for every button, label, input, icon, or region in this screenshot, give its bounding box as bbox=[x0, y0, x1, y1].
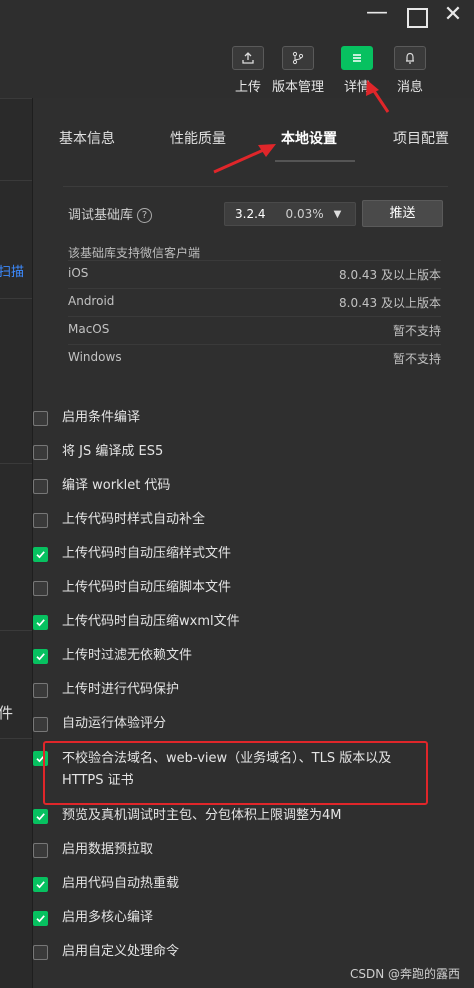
upload-icon bbox=[232, 46, 264, 70]
option-label: 启用自定义处理命令 bbox=[62, 944, 180, 959]
option-label: 编译 worklet 代码 bbox=[62, 478, 171, 493]
tab-performance[interactable]: 性能质量 bbox=[170, 128, 226, 148]
option-label: 启用数据预拉取 bbox=[62, 842, 154, 857]
messages-button[interactable]: 消息 bbox=[380, 46, 440, 95]
option-row[interactable]: 启用自定义处理命令 bbox=[33, 942, 433, 966]
option-row[interactable]: 自动运行体验评分 bbox=[33, 714, 433, 738]
option-checkbox[interactable] bbox=[33, 843, 48, 858]
support-note: 该基础库支持微信客户端 bbox=[68, 246, 201, 260]
platform-version: 8.0.43 及以上版本 bbox=[339, 268, 441, 282]
option-row[interactable]: 将 JS 编译成 ES5 bbox=[33, 442, 433, 466]
option-row[interactable]: 上传时进行代码保护 bbox=[33, 680, 433, 704]
push-button[interactable]: 推送 bbox=[362, 200, 443, 227]
platform-name: MacOS bbox=[68, 322, 110, 336]
option-checkbox[interactable] bbox=[33, 581, 48, 596]
platform-version: 暂不支持 bbox=[392, 352, 441, 366]
platform-row: iOS 8.0.43 及以上版本 bbox=[68, 260, 441, 285]
bell-icon bbox=[394, 46, 426, 70]
details-button[interactable]: 详情 bbox=[327, 46, 387, 95]
option-label: 将 JS 编译成 ES5 bbox=[62, 444, 164, 459]
tab-local-settings[interactable]: 本地设置 bbox=[281, 128, 337, 148]
option-label: 上传时进行代码保护 bbox=[62, 682, 180, 697]
debug-lib-label-text: 调试基础库 bbox=[68, 208, 134, 223]
debug-lib-label: 调试基础库? bbox=[68, 204, 153, 223]
divider bbox=[0, 180, 32, 181]
option-label: 自动运行体验评分 bbox=[62, 716, 167, 731]
scan-link[interactable]: 扫描 bbox=[0, 261, 24, 280]
maximize-icon bbox=[406, 8, 428, 28]
partial-label: 件 bbox=[0, 704, 14, 722]
option-row[interactable]: 上传代码时自动压缩脚本文件 bbox=[33, 578, 433, 602]
divider bbox=[0, 630, 32, 631]
messages-label: 消息 bbox=[396, 80, 423, 95]
option-checkbox[interactable] bbox=[33, 547, 48, 562]
usage-percent: 0.03% bbox=[285, 207, 324, 221]
platform-row: Android 8.0.43 及以上版本 bbox=[68, 288, 441, 313]
option-label: 上传代码时自动压缩wxml文件 bbox=[62, 614, 240, 629]
tab-basic-info[interactable]: 基本信息 bbox=[59, 128, 115, 148]
version-value: 3.2.4 bbox=[235, 207, 266, 221]
maximize-button[interactable] bbox=[400, 2, 434, 34]
debug-lib-version-select[interactable]: 3.2.4 0.03% ▼ bbox=[224, 202, 356, 226]
option-label: 启用多核心编译 bbox=[62, 910, 154, 925]
platform-name: Android bbox=[68, 294, 115, 308]
option-checkbox[interactable] bbox=[33, 945, 48, 960]
option-row[interactable]: 上传时过滤无依赖文件 bbox=[33, 646, 433, 670]
left-panel: 扫描 件 bbox=[0, 98, 33, 988]
window-titlebar: — ✕ 上传 版本管理 详情 消息 bbox=[0, 0, 474, 98]
platform-name: Windows bbox=[68, 350, 122, 364]
divider bbox=[0, 738, 32, 739]
option-label: 上传代码时自动压缩脚本文件 bbox=[62, 580, 232, 595]
tab-bar: 基本信息 性能质量 本地设置 项目配置 bbox=[33, 98, 474, 166]
option-checkbox[interactable] bbox=[33, 445, 48, 460]
divider bbox=[0, 298, 32, 299]
option-checkbox[interactable] bbox=[33, 411, 48, 426]
close-button[interactable]: ✕ bbox=[436, 2, 470, 27]
platform-version: 8.0.43 及以上版本 bbox=[339, 296, 441, 310]
option-checkbox[interactable] bbox=[33, 717, 48, 732]
divider bbox=[0, 98, 32, 99]
option-label: 上传代码时样式自动补全 bbox=[62, 512, 206, 527]
option-row[interactable]: 启用代码自动热重载 bbox=[33, 874, 433, 898]
option-label: 启用条件编译 bbox=[62, 410, 141, 425]
option-label: 启用代码自动热重载 bbox=[62, 876, 180, 891]
chevron-down-icon: ▼ bbox=[333, 208, 342, 220]
platform-name: iOS bbox=[68, 266, 89, 280]
option-checkbox[interactable] bbox=[33, 649, 48, 664]
branch-icon bbox=[282, 46, 314, 70]
tab-project-config[interactable]: 项目配置 bbox=[393, 128, 449, 148]
platform-row: MacOS 暂不支持 bbox=[68, 316, 441, 341]
option-label: 预览及真机调试时主包、分包体积上限调整为4M bbox=[62, 808, 342, 823]
watermark: CSDN @奔跑的露西 bbox=[349, 967, 460, 981]
option-checkbox[interactable] bbox=[33, 513, 48, 528]
minimize-button[interactable]: — bbox=[360, 0, 394, 25]
option-row[interactable]: 启用多核心编译 bbox=[33, 908, 433, 932]
option-checkbox[interactable] bbox=[33, 809, 48, 824]
option-checkbox[interactable] bbox=[33, 877, 48, 892]
version-management-label: 版本管理 bbox=[271, 80, 324, 95]
annotation-highlight-box bbox=[43, 741, 428, 805]
option-checkbox[interactable] bbox=[33, 615, 48, 630]
option-row[interactable]: 编译 worklet 代码 bbox=[33, 476, 433, 500]
help-icon[interactable]: ? bbox=[137, 208, 153, 223]
details-label: 详情 bbox=[343, 80, 370, 95]
platform-row: Windows 暂不支持 bbox=[68, 344, 441, 369]
menu-icon bbox=[341, 46, 373, 70]
option-checkbox[interactable] bbox=[33, 911, 48, 926]
divider bbox=[0, 463, 32, 464]
active-tab-indicator bbox=[275, 160, 355, 162]
option-label: 上传时过滤无依赖文件 bbox=[62, 648, 193, 663]
option-label: 上传代码时自动压缩样式文件 bbox=[62, 546, 232, 561]
platform-version: 暂不支持 bbox=[392, 324, 441, 338]
option-row[interactable]: 上传代码时自动压缩样式文件 bbox=[33, 544, 433, 568]
option-row[interactable]: 上传代码时样式自动补全 bbox=[33, 510, 433, 534]
option-checkbox[interactable] bbox=[33, 683, 48, 698]
option-row[interactable]: 启用条件编译 bbox=[33, 408, 433, 432]
option-row[interactable]: 预览及真机调试时主包、分包体积上限调整为4M bbox=[33, 806, 433, 830]
option-row[interactable]: 启用数据预拉取 bbox=[33, 840, 433, 864]
version-management-button[interactable]: 版本管理 bbox=[268, 46, 328, 95]
option-row[interactable]: 上传代码时自动压缩wxml文件 bbox=[33, 612, 433, 636]
option-checkbox[interactable] bbox=[33, 479, 48, 494]
